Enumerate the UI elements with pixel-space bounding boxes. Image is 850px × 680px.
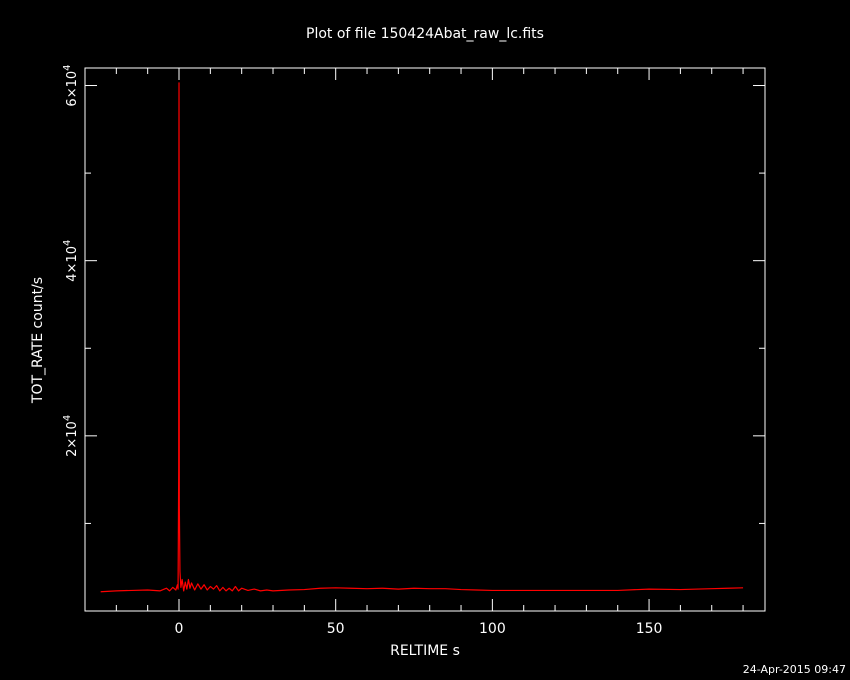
series-line-tot-rate [100,82,744,593]
light-curve-chart: Plot of file 150424Abat_raw_lc.fits 0 50 1… [30,26,846,676]
x-tick-label: 150 [636,621,663,637]
x-tick-label: 0 [175,621,184,637]
y-axis-ticks: 2×104 4×104 6×104 [62,64,765,524]
x-tick-label: 100 [479,621,506,637]
x-tick-label: 50 [327,621,345,637]
plot-frame [84,67,766,612]
chart-title: Plot of file 150424Abat_raw_lc.fits [306,26,544,42]
x-axis-label: RELTIME s [390,643,460,659]
y-axis-label: TOT_RATE count/s [30,277,46,404]
y-tick-label: 6×104 [62,64,80,106]
y-tick-label: 2×104 [62,415,80,457]
timestamp-label: 24-Apr-2015 09:47 [743,663,846,676]
x-axis-ticks: 0 50 100 150 [115,68,744,637]
y-tick-label: 4×104 [62,240,80,282]
